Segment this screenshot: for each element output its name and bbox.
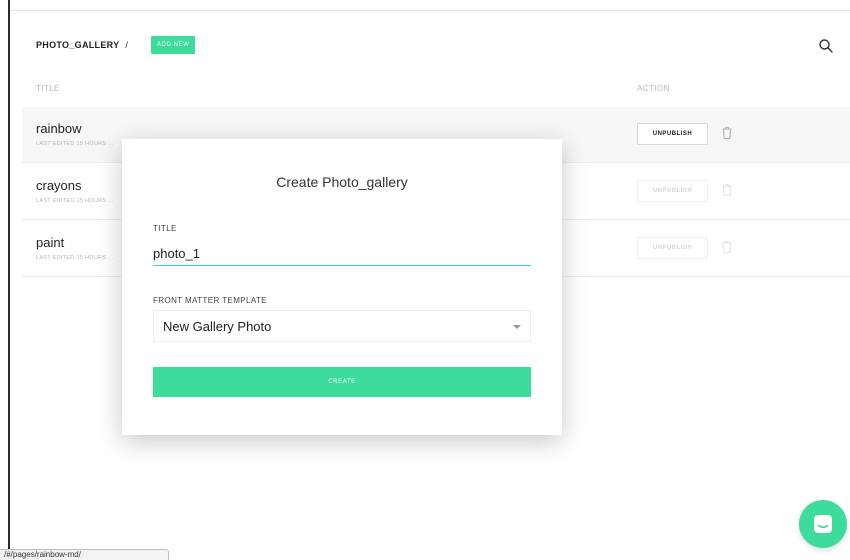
create-modal: Create Photo_gallery TITLE FRONT MATTER …	[122, 139, 562, 435]
row-last-edited: LAST EDITED 15 HOURS ...	[36, 141, 114, 147]
chevron-down-icon	[513, 325, 521, 329]
column-header-title: TITLE	[36, 84, 60, 93]
column-header-action: ACTION	[637, 84, 670, 93]
app-page: PHOTO_GALLERY / ADD NEW TITLE ACTION rai…	[0, 0, 850, 560]
breadcrumb[interactable]: PHOTO_GALLERY	[36, 40, 119, 50]
unpublish-button[interactable]: UNPUBLISH	[637, 180, 708, 202]
row-title[interactable]: rainbow	[36, 121, 82, 136]
title-field-label: TITLE	[153, 224, 177, 233]
template-select[interactable]: New Gallery Photo	[153, 310, 531, 342]
template-field-label: FRONT MATTER TEMPLATE	[153, 296, 268, 305]
status-bar-url: /#/pages/rainbow-md/	[0, 549, 169, 560]
row-title[interactable]: crayons	[36, 178, 82, 193]
template-selected-value: New Gallery Photo	[163, 318, 272, 334]
row-last-edited: LAST EDITED 15 HOURS ...	[36, 255, 114, 261]
search-icon[interactable]	[818, 38, 834, 54]
breadcrumb-separator: /	[125, 40, 128, 50]
title-input[interactable]	[153, 242, 531, 266]
modal-title: Create Photo_gallery	[276, 174, 408, 190]
trash-icon[interactable]	[722, 127, 732, 139]
unpublish-button[interactable]: UNPUBLISH	[637, 237, 708, 259]
row-last-edited: LAST EDITED 15 HOURS ...	[36, 198, 114, 204]
window-edge	[8, 0, 10, 560]
chat-icon	[814, 515, 832, 533]
trash-icon[interactable]	[722, 184, 732, 196]
trash-icon[interactable]	[722, 241, 732, 253]
chat-launcher[interactable]	[799, 500, 847, 548]
top-divider	[10, 10, 850, 11]
add-new-button[interactable]: ADD NEW	[150, 36, 196, 54]
create-button[interactable]: CREATE	[153, 367, 531, 397]
page-header: PHOTO_GALLERY / ADD NEW	[36, 36, 196, 54]
unpublish-button[interactable]: UNPUBLISH	[637, 123, 708, 145]
row-title[interactable]: paint	[36, 235, 64, 250]
